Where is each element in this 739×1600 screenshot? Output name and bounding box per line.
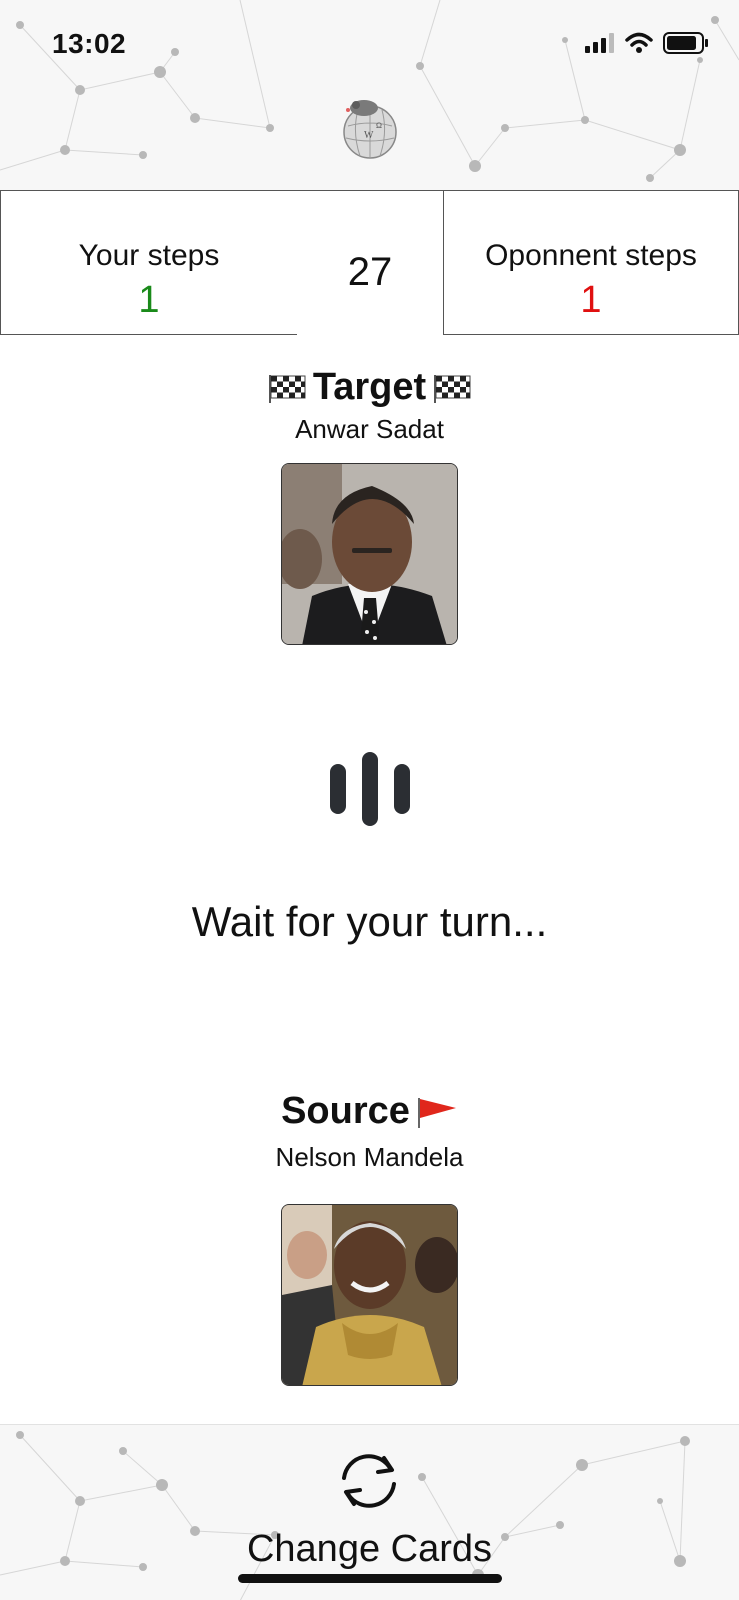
source-title: Source: [281, 1090, 410, 1132]
timer-top-border: [297, 190, 443, 191]
source-photo[interactable]: [281, 1204, 458, 1386]
score-panel: Your steps 1 27 Oponnent steps 1: [0, 190, 739, 335]
loading-bars-icon: [330, 752, 410, 826]
svg-text:Ω: Ω: [376, 121, 382, 130]
target-title: Target: [312, 366, 427, 408]
target-heading: Target: [0, 366, 739, 409]
checkered-flag-icon: [268, 374, 306, 403]
red-triangular-flag-icon: [417, 1097, 456, 1128]
status-message: Wait for your turn...: [191, 898, 548, 945]
opponent-steps-label: Oponnent steps: [485, 239, 697, 272]
cellular-signal-icon: [585, 33, 614, 53]
opponent-steps-value: 1: [580, 279, 602, 321]
source-heading: Source: [0, 1090, 739, 1133]
source-name: Nelson Mandela: [275, 1142, 464, 1172]
source-portrait: [282, 1205, 457, 1385]
target-portrait: [282, 464, 457, 644]
change-cards-button[interactable]: Change Cards: [0, 1528, 739, 1571]
wifi-icon: [625, 32, 653, 53]
your-steps-value: 1: [138, 279, 160, 321]
your-steps-box: Your steps 1: [0, 190, 297, 335]
home-indicator[interactable]: [238, 1574, 502, 1583]
wikipedia-globe-logo-icon: W Ω: [343, 100, 397, 159]
target-photo[interactable]: [281, 463, 458, 645]
checkered-flag-icon: [434, 374, 471, 403]
svg-text:W: W: [364, 130, 374, 141]
battery-icon: [663, 32, 708, 54]
status-icons: [585, 32, 709, 54]
turn-timer: 27: [347, 250, 393, 294]
status-time: 13:02: [52, 28, 127, 59]
opponent-steps-box: Oponnent steps 1: [443, 190, 739, 335]
refresh-arrows-icon[interactable]: [332, 1448, 406, 1514]
your-steps-label: Your steps: [78, 239, 220, 272]
target-name: Anwar Sadat: [295, 414, 444, 444]
